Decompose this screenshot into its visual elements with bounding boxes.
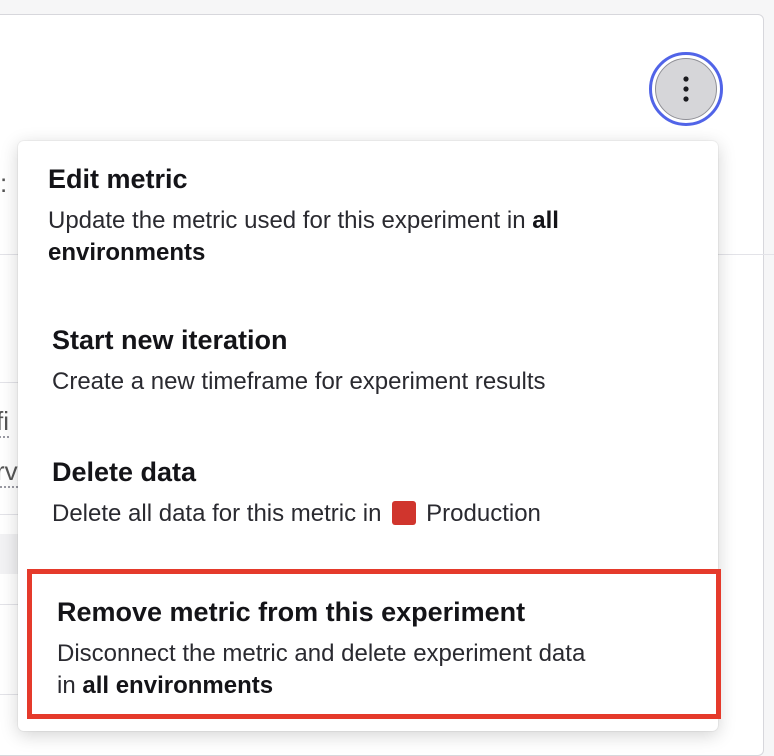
background-text-fragment: fi	[0, 408, 9, 438]
menu-item-delete-data[interactable]: Delete data Delete all data for this met…	[18, 454, 718, 530]
more-actions-button[interactable]	[649, 52, 723, 126]
menu-item-title: Start new iteration	[52, 325, 288, 355]
menu-item-description: Disconnect the metric and delete experim…	[57, 638, 716, 702]
more-vertical-icon	[683, 76, 689, 102]
menu-item-description-emphasis: all environments	[82, 672, 274, 699]
metric-actions-menu: Edit metric Update the metric used for t…	[18, 141, 721, 731]
menu-item-title: Delete data	[52, 457, 197, 487]
environment-name: Production	[426, 500, 541, 527]
menu-item-description-text: Delete all data for this metric in	[52, 500, 382, 527]
menu-item-description-text: Update the metric used for this experime…	[48, 207, 533, 234]
menu-item-description: Update the metric used for this experime…	[48, 205, 698, 269]
menu-item-title: Remove metric from this experiment	[57, 597, 526, 627]
menu-item-description: Create a new timeframe for experiment re…	[52, 368, 546, 395]
background-text-fragment: :	[0, 168, 8, 198]
background-text-fragment: rv	[0, 458, 18, 488]
menu-item-edit-metric[interactable]: Edit metric Update the metric used for t…	[18, 161, 718, 269]
menu-item-remove-metric[interactable]: Remove metric from this experiment Disco…	[27, 569, 721, 719]
menu-item-title: Edit metric	[48, 164, 188, 194]
menu-item-description: Delete all data for this metric in Produ…	[52, 498, 718, 530]
menu-item-description-text: Disconnect the metric and delete experim…	[57, 640, 586, 667]
menu-item-start-new-iteration[interactable]: Start new iteration Create a new timefra…	[18, 322, 718, 398]
environment-color-swatch	[392, 501, 417, 525]
more-actions-button-face	[655, 58, 717, 120]
menu-item-description-text: in	[57, 672, 83, 699]
